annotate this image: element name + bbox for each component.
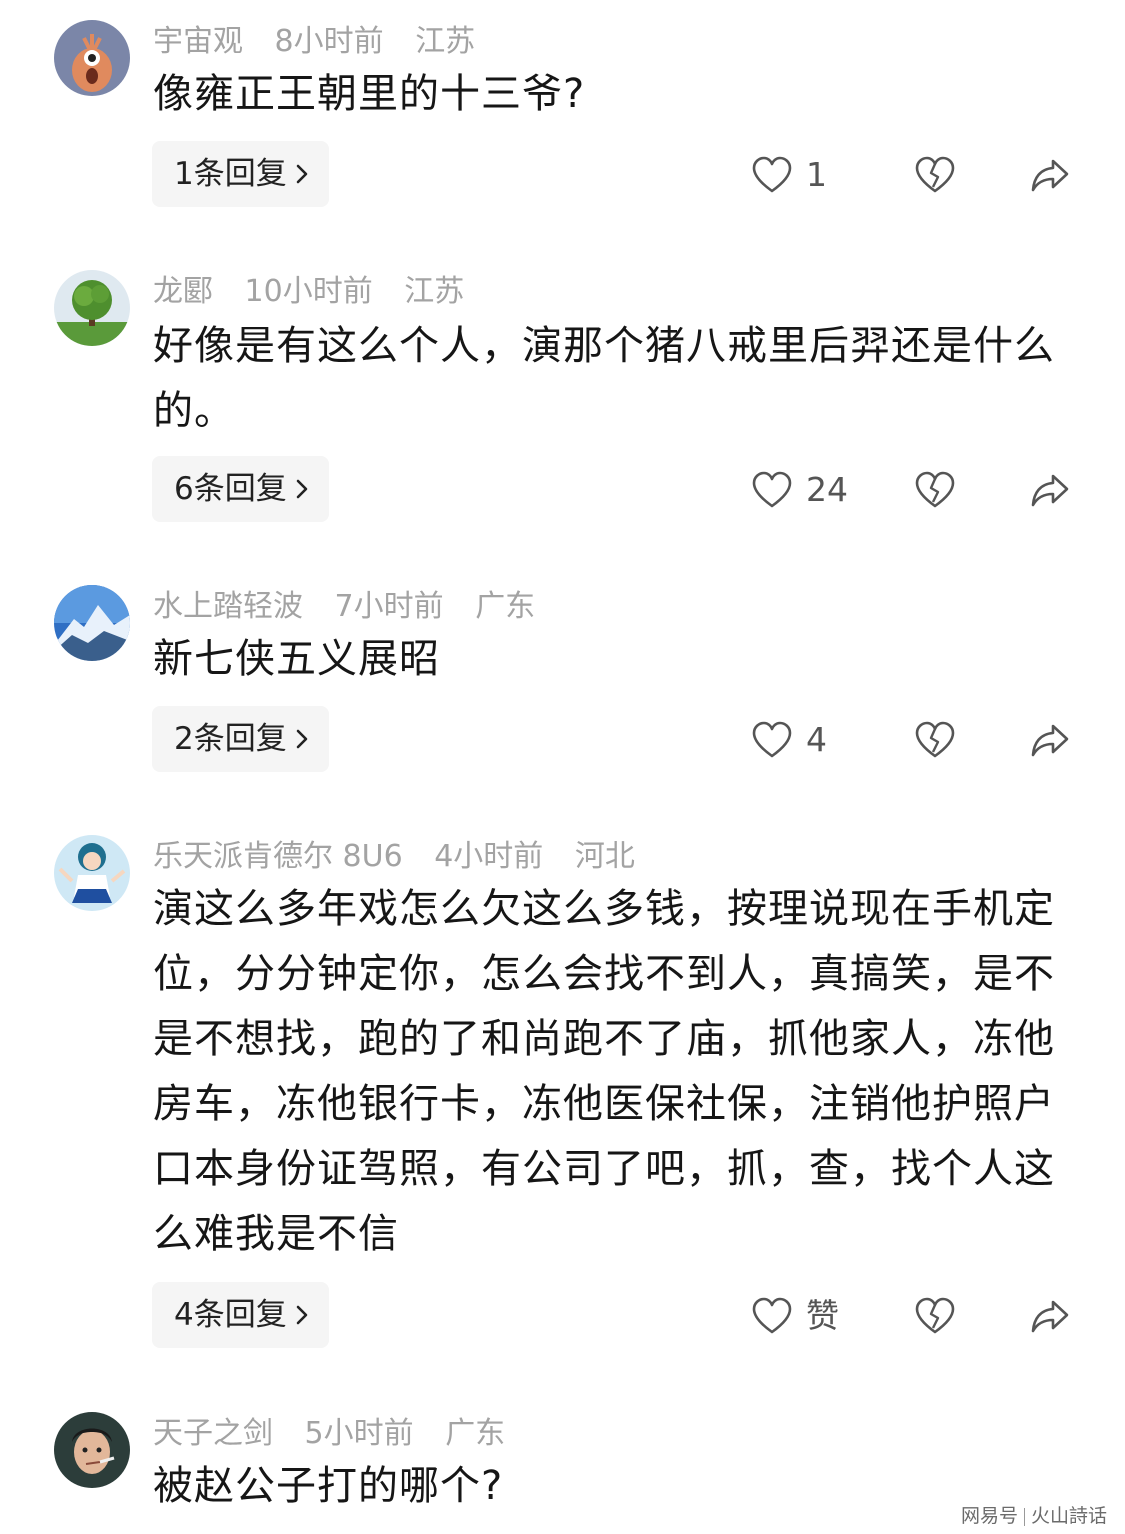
timestamp: 8小时前 bbox=[274, 24, 384, 59]
username[interactable]: 天子之剑 bbox=[153, 1416, 273, 1451]
comment-meta: 宇宙观 8小时前 江苏 bbox=[153, 22, 497, 62]
comment-meta: 水上踏轻波 7小时前 广东 bbox=[153, 587, 557, 627]
broken-heart-icon[interactable] bbox=[915, 470, 955, 510]
watermark-left: 网易号 bbox=[960, 1505, 1018, 1527]
like-button[interactable]: 24 bbox=[752, 470, 848, 510]
like-label: 赞 bbox=[806, 1296, 839, 1335]
share-arrow-icon[interactable] bbox=[1030, 720, 1070, 760]
avatar[interactable] bbox=[54, 835, 130, 911]
broken-heart-icon[interactable] bbox=[915, 155, 955, 195]
timestamp: 5小时前 bbox=[304, 1416, 414, 1451]
avatar[interactable] bbox=[54, 585, 130, 661]
comment-text: 像雍正王朝里的十三爷? bbox=[153, 71, 586, 117]
like-button[interactable]: 4 bbox=[752, 720, 827, 760]
share-arrow-icon[interactable] bbox=[1030, 155, 1070, 195]
comment-meta: 天子之剑 5小时前 广东 bbox=[153, 1414, 527, 1454]
heart-outline-icon bbox=[752, 1297, 792, 1334]
comment-actions: 1 bbox=[0, 141, 1125, 207]
broken-heart-icon[interactable] bbox=[915, 720, 955, 760]
like-count: 24 bbox=[806, 470, 848, 509]
share-arrow-icon[interactable] bbox=[1030, 470, 1070, 510]
location: 河北 bbox=[574, 839, 635, 874]
comment-text: 新七侠五义展昭 bbox=[153, 636, 440, 682]
location: 广东 bbox=[475, 589, 536, 624]
avatar[interactable] bbox=[54, 20, 130, 96]
heart-outline-icon bbox=[752, 471, 792, 508]
username[interactable]: 宇宙观 bbox=[153, 24, 243, 59]
like-count: 4 bbox=[806, 720, 827, 759]
comment-feed: 宇宙观 8小时前 江苏 像雍正王朝里的十三爷? 1条回复 1 龙郾 10小时前 … bbox=[0, 0, 1125, 1534]
avatar[interactable] bbox=[54, 1412, 130, 1488]
broken-heart-icon[interactable] bbox=[915, 1296, 955, 1336]
comment-actions: 赞 bbox=[0, 1282, 1125, 1348]
username[interactable]: 乐天派肯德尔 8U6 bbox=[153, 839, 403, 874]
watermark-right: 火山詩话 bbox=[1030, 1505, 1107, 1527]
share-arrow-icon[interactable] bbox=[1030, 1296, 1070, 1336]
like-button[interactable]: 1 bbox=[752, 155, 827, 195]
timestamp: 10小时前 bbox=[244, 274, 373, 309]
comment-text: 演这么多年戏怎么欠这么多钱，按理说现在手机定位，分分钟定你，怎么会找不到人，真搞… bbox=[153, 886, 1055, 1257]
heart-outline-icon bbox=[752, 721, 792, 758]
username[interactable]: 龙郾 bbox=[153, 274, 213, 309]
comment-meta: 乐天派肯德尔 8U6 4小时前 河北 bbox=[153, 837, 657, 877]
comment-meta: 龙郾 10小时前 江苏 bbox=[153, 272, 486, 312]
comment-actions: 4 bbox=[0, 706, 1125, 772]
comment-text: 好像是有这么个人，演那个猪八戒里后羿还是什么的。 bbox=[153, 323, 1055, 434]
username[interactable]: 水上踏轻波 bbox=[153, 589, 303, 624]
watermark-divider bbox=[1023, 1507, 1025, 1526]
location: 江苏 bbox=[415, 24, 476, 59]
timestamp: 7小时前 bbox=[334, 589, 444, 624]
watermark: 网易号 火山詩话 bbox=[961, 1501, 1107, 1528]
like-button[interactable]: 赞 bbox=[752, 1296, 839, 1336]
location: 广东 bbox=[445, 1416, 506, 1451]
heart-outline-icon bbox=[752, 156, 792, 193]
location: 江苏 bbox=[404, 274, 465, 309]
timestamp: 4小时前 bbox=[434, 839, 544, 874]
comment-text: 被赵公子打的哪个? bbox=[153, 1463, 504, 1509]
comment-actions: 24 bbox=[0, 456, 1125, 522]
avatar[interactable] bbox=[54, 270, 130, 346]
like-count: 1 bbox=[806, 155, 827, 194]
